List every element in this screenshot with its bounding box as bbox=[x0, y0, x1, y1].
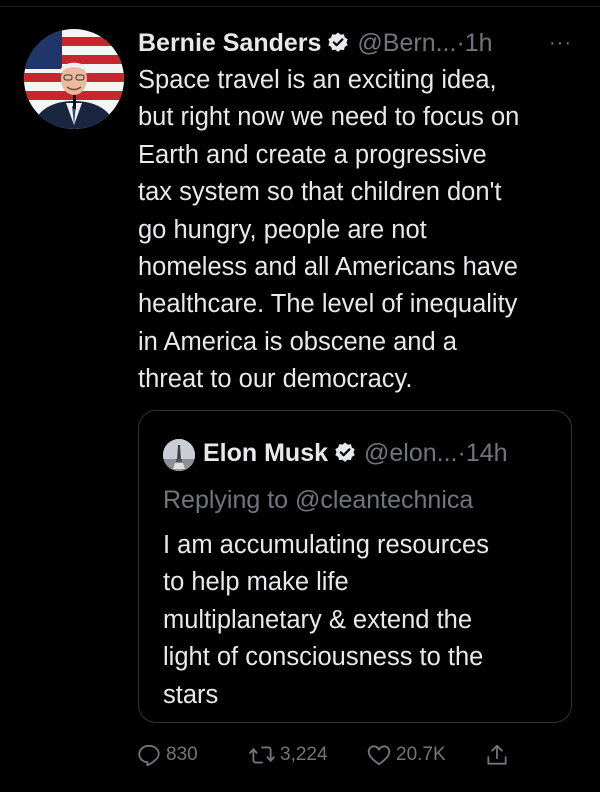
divider bbox=[0, 6, 600, 7]
retweet-button[interactable]: 3,224 bbox=[248, 737, 328, 773]
separator-dot: · bbox=[456, 29, 465, 57]
verified-badge-icon bbox=[326, 30, 350, 64]
reply-icon bbox=[136, 742, 166, 768]
separator-dot: · bbox=[457, 439, 466, 467]
quoted-tweet-text: I am accumulating resources to help make… bbox=[163, 531, 489, 709]
quoted-author-handle[interactable]: @elon... bbox=[364, 439, 457, 467]
tweet-timestamp[interactable]: 1h bbox=[465, 29, 493, 57]
author-display-name[interactable]: Bernie Sanders bbox=[138, 29, 321, 57]
verified-badge-icon bbox=[333, 439, 357, 475]
like-count: 20.7K bbox=[396, 744, 446, 765]
like-button[interactable]: 20.7K bbox=[366, 737, 446, 773]
quoted-author-avatar[interactable] bbox=[163, 439, 195, 471]
retweet-count: 3,224 bbox=[280, 744, 328, 765]
reply-button[interactable]: 830 bbox=[136, 737, 198, 773]
more-options-icon[interactable]: ··· bbox=[549, 26, 572, 60]
quoted-tweet-header: Elon Musk @elon...·14h bbox=[203, 435, 508, 475]
quoted-tweet[interactable]: Elon Musk @elon...·14h Replying to @clean… bbox=[138, 410, 572, 723]
share-icon bbox=[484, 742, 514, 768]
tweet[interactable]: Bernie Sanders @Bern...·1h ··· Space trav… bbox=[0, 0, 600, 792]
share-button[interactable] bbox=[484, 737, 514, 773]
tweet-header: Bernie Sanders @Bern...·1h ··· bbox=[138, 26, 580, 60]
reply-count: 830 bbox=[166, 744, 198, 765]
replying-to[interactable]: Replying to @cleantechnica bbox=[163, 483, 473, 517]
quoted-author-display-name[interactable]: Elon Musk bbox=[203, 439, 328, 467]
author-handle[interactable]: @Bern... bbox=[357, 29, 456, 57]
heart-icon bbox=[366, 742, 396, 768]
tweet-text: Space travel is an exciting idea, but ri… bbox=[138, 66, 520, 394]
retweet-icon bbox=[248, 742, 280, 768]
author-avatar[interactable] bbox=[24, 29, 124, 129]
quoted-tweet-timestamp[interactable]: 14h bbox=[466, 439, 508, 467]
tweet-actions: 830 3,224 20.7K bbox=[136, 737, 536, 773]
